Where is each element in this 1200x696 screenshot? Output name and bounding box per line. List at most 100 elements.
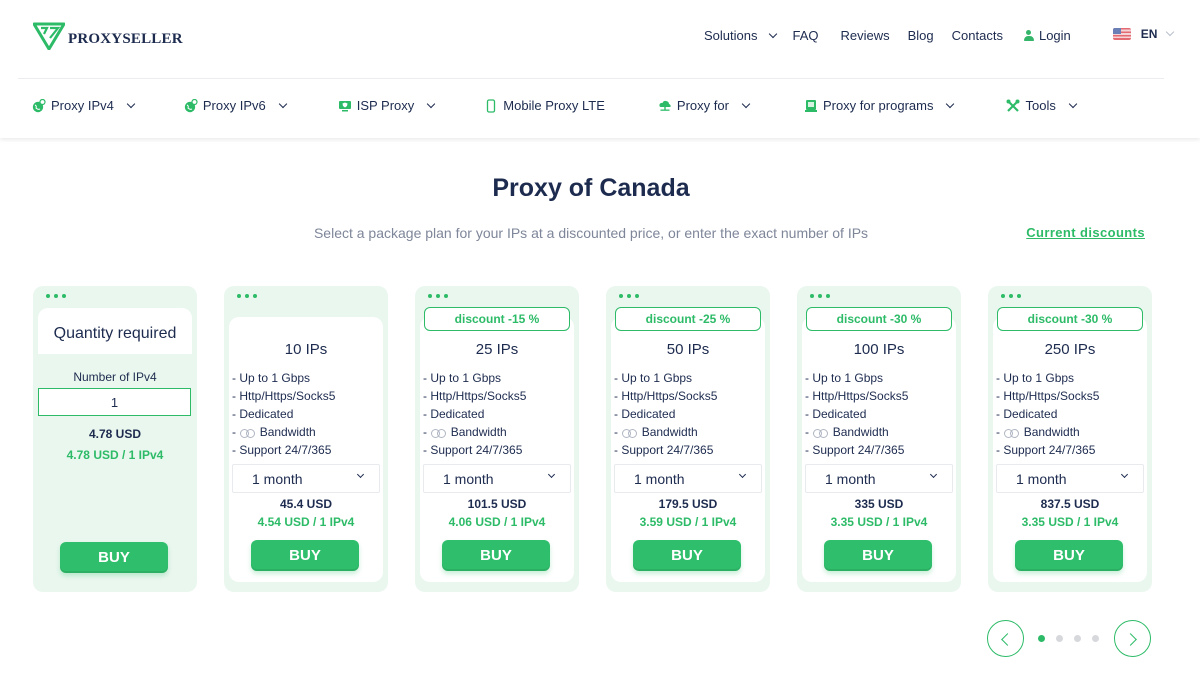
nav-reviews[interactable]: Reviews — [841, 28, 890, 43]
feature-speed: - Up to 1 Gbps — [614, 371, 693, 385]
total-price: 837.5 USD — [1040, 497, 1100, 511]
package-card: discount -30 % 100 IPs - Up to 1 Gbps - … — [797, 286, 961, 592]
page-title: Proxy of Canada — [492, 174, 690, 202]
header-divider — [18, 78, 1164, 79]
feature-bandwidth: - Bandwidth — [423, 425, 507, 439]
feature-type: - Dedicated — [232, 407, 294, 421]
subnav-label: Proxy IPv6 — [202, 98, 266, 113]
feature-list: - Up to 1 Gbps - Http/Https/Socks5 - Ded… — [423, 369, 526, 459]
subnav-proxy-ipv4[interactable]: Proxy IPv4 — [32, 98, 136, 113]
card-dots-icon — [810, 294, 830, 298]
unit-price: 3.35 USD / 1 IPv4 — [1021, 515, 1119, 529]
unit-price: 4.54 USD / 1 IPv4 — [257, 515, 355, 529]
buy-button[interactable]: BUY — [633, 540, 741, 571]
chevron-down-icon — [1166, 27, 1175, 37]
package-ip-count: 10 IPs — [284, 341, 328, 358]
subnav-label: Proxy for — [676, 98, 729, 113]
card-dots-icon — [1001, 294, 1021, 298]
language-selector[interactable]: EN — [1112, 27, 1175, 41]
subnav-proxy-ipv6[interactable]: Proxy IPv6 — [184, 98, 287, 113]
feature-bandwidth: - Bandwidth — [614, 425, 698, 439]
nav-solutions[interactable]: Solutions — [704, 28, 778, 43]
card-dots-icon — [428, 294, 448, 298]
nav-contacts[interactable]: Contacts — [952, 28, 1003, 43]
nav-login[interactable]: Login — [1023, 28, 1071, 43]
total-price: 45.4 USD — [279, 497, 333, 511]
subnav-isp-proxy[interactable]: ISP Proxy — [338, 98, 436, 113]
total-price: 101.5 USD — [467, 497, 527, 511]
chevron-down-icon — [929, 470, 938, 479]
feature-bandwidth: - Bandwidth — [805, 425, 889, 439]
custom-quantity-card: Quantity required Number of IPv4 4.78 US… — [33, 286, 197, 592]
buy-button[interactable]: BUY — [1015, 540, 1123, 571]
quantity-input[interactable] — [38, 388, 191, 416]
nav-blog[interactable]: Blog — [908, 28, 934, 43]
chevron-down-icon — [547, 470, 556, 479]
app-window-icon — [804, 99, 818, 113]
feature-support: - Support 24/7/365 — [614, 443, 714, 457]
user-icon — [1023, 30, 1034, 41]
period-value: 1 month — [634, 470, 685, 487]
package-ip-count: 250 IPs — [1044, 341, 1096, 358]
pagination-dot[interactable] — [1038, 635, 1045, 642]
subnav-proxy-for-programs[interactable]: Proxy for programs — [804, 98, 955, 113]
feature-list: - Up to 1 Gbps - Http/Https/Socks5 - Ded… — [232, 369, 335, 459]
pagination-dot[interactable] — [1092, 635, 1099, 642]
pagination-dot[interactable] — [1074, 635, 1081, 642]
feature-list: - Up to 1 Gbps - Http/Https/Socks5 - Ded… — [805, 369, 908, 459]
package-card: discount -30 % 250 IPs - Up to 1 Gbps - … — [988, 286, 1152, 592]
feature-list: - Up to 1 Gbps - Http/Https/Socks5 - Ded… — [996, 369, 1099, 459]
subnav-mobile-proxy[interactable]: Mobile Proxy LTE — [484, 98, 605, 113]
subnav-label: ISP Proxy — [356, 98, 415, 113]
feature-support: - Support 24/7/365 — [996, 443, 1096, 457]
card-dots-icon — [237, 294, 257, 298]
pagination-dot[interactable] — [1056, 635, 1063, 642]
nav-label: FAQ — [792, 28, 819, 43]
period-select[interactable]: 1 month — [805, 464, 953, 493]
buy-button[interactable]: BUY — [60, 542, 168, 573]
period-select[interactable]: 1 month — [232, 464, 380, 493]
feature-speed: - Up to 1 Gbps — [996, 371, 1075, 385]
current-discounts-link[interactable]: Current discounts — [1026, 225, 1145, 240]
brand-logo[interactable]: PROXYSELLER — [33, 22, 183, 50]
discount-badge: discount -30 % — [806, 307, 952, 331]
nav-label: Reviews — [840, 28, 890, 43]
period-value: 1 month — [443, 470, 494, 487]
discount-badge: discount -30 % — [997, 307, 1143, 331]
quantity-label: Number of IPv4 — [73, 370, 157, 384]
infinity-icon — [431, 428, 447, 438]
next-page-button[interactable] — [1114, 620, 1151, 657]
feature-bandwidth: - Bandwidth — [232, 425, 316, 439]
buy-button[interactable]: BUY — [824, 540, 932, 571]
chevron-down-icon — [741, 99, 751, 109]
period-select[interactable]: 1 month — [614, 464, 762, 493]
buy-button[interactable]: BUY — [251, 540, 359, 571]
feature-bandwidth: - Bandwidth — [996, 425, 1080, 439]
subnav-proxy-for[interactable]: Proxy for — [658, 98, 751, 113]
feature-speed: - Up to 1 Gbps — [232, 371, 311, 385]
feature-type: - Dedicated — [805, 407, 867, 421]
nav-label: Login — [1038, 28, 1071, 43]
feature-support: - Support 24/7/365 — [232, 443, 332, 457]
package-card: discount -25 % 50 IPs - Up to 1 Gbps - H… — [606, 286, 770, 592]
mobile-phone-icon — [484, 98, 498, 113]
total-price: 335 USD — [854, 497, 904, 511]
feature-protocols: - Http/Https/Socks5 — [614, 389, 718, 403]
discount-badge: discount -25 % — [615, 307, 761, 331]
subnav-tools[interactable]: Tools — [1006, 98, 1078, 113]
chevron-down-icon — [946, 99, 955, 109]
infinity-icon — [240, 428, 256, 438]
unit-price: 4.78 USD / 1 IPv4 — [66, 448, 164, 462]
feature-support: - Support 24/7/365 — [423, 443, 523, 457]
package-ip-count: 100 IPs — [853, 341, 905, 358]
buy-button[interactable]: BUY — [442, 540, 550, 571]
feature-speed: - Up to 1 Gbps — [805, 371, 884, 385]
package-card: discount -15 % 25 IPs - Up to 1 Gbps - H… — [415, 286, 579, 592]
globe-pin-icon — [184, 98, 198, 113]
chevron-down-icon — [769, 29, 778, 39]
period-select[interactable]: 1 month — [996, 464, 1144, 493]
previous-page-button[interactable] — [987, 620, 1024, 657]
subnav-label: Tools — [1025, 98, 1056, 113]
period-select[interactable]: 1 month — [423, 464, 571, 493]
nav-faq[interactable]: FAQ — [792, 28, 818, 43]
